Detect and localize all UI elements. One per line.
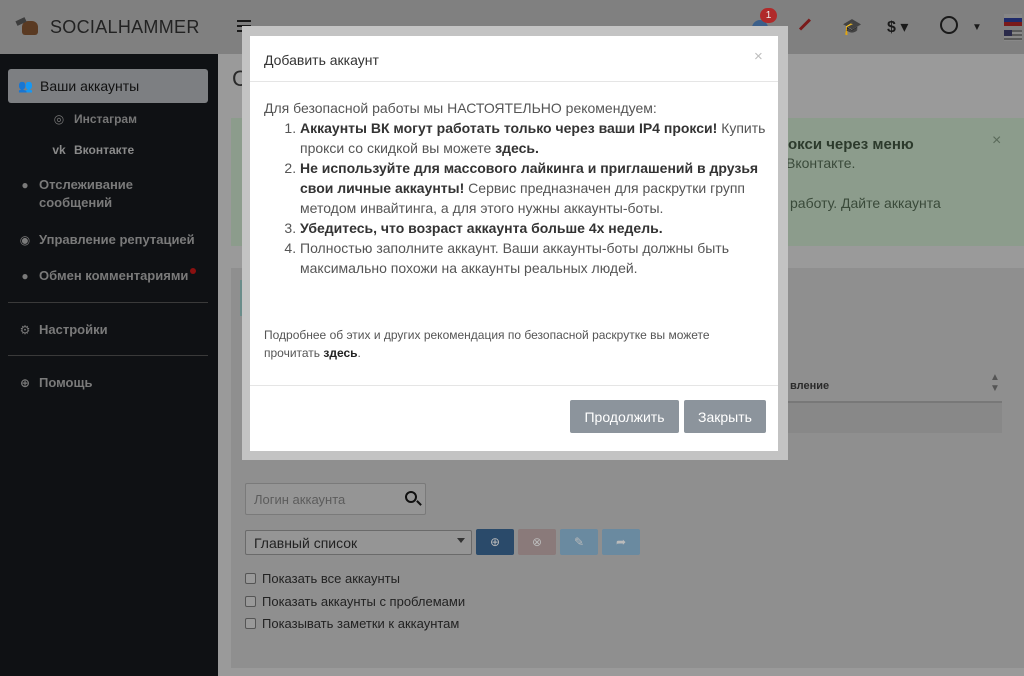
add-account-modal: Добавить аккаунт × Для безопасной работы… xyxy=(250,36,778,451)
search-field xyxy=(245,483,426,515)
checkbox[interactable] xyxy=(245,596,256,607)
checkbox-show-problems[interactable]: Показать аккаунты с проблемами xyxy=(245,594,465,609)
delete-list-button[interactable]: ⊗ xyxy=(518,529,556,555)
dollar-icon: $ xyxy=(887,19,896,36)
modal-footer-divider xyxy=(250,385,778,386)
modal-note: Подробнее об этих и других рекомендация … xyxy=(264,326,764,362)
sidebar-item-label: Обмен комментариями xyxy=(39,268,189,283)
sidebar: 👥 Ваши аккаунты ◎ Инстаграм vk Вконтакте… xyxy=(0,54,218,676)
vk-icon: vk xyxy=(52,143,66,157)
recommendations-link[interactable]: здесь xyxy=(323,346,357,360)
checkbox[interactable] xyxy=(245,573,256,584)
sidebar-item-label: Управление репутацией xyxy=(39,232,195,247)
search-input[interactable] xyxy=(254,490,394,508)
gear-icon: ⚙ xyxy=(19,323,31,337)
close-button[interactable]: Закрыть xyxy=(684,400,766,433)
list-select[interactable]: Главный список xyxy=(245,530,472,555)
list-item: Убедитесь, что возраст аккаунта больше 4… xyxy=(300,218,770,238)
proxy-link[interactable]: здесь. xyxy=(495,140,539,156)
usa-flag-icon[interactable] xyxy=(1004,30,1022,41)
sidebar-item-help[interactable]: ⊕ Помощь xyxy=(18,374,93,392)
sidebar-divider xyxy=(8,355,208,356)
hammer-logo-icon xyxy=(15,17,42,37)
plus-circle-icon: ⊕ xyxy=(489,535,501,549)
comments-icon: ● xyxy=(21,269,29,283)
eye-icon: ◉ xyxy=(19,233,31,247)
sidebar-item-label: Настройки xyxy=(39,322,108,337)
checkbox-label: Показывать заметки к аккаунтам xyxy=(262,616,460,631)
checkbox-show-notes[interactable]: Показывать заметки к аккаунтам xyxy=(245,616,459,631)
checkbox-show-all[interactable]: Показать все аккаунты xyxy=(245,571,400,586)
chat-icon: ● xyxy=(21,178,29,192)
note-end: . xyxy=(357,346,361,360)
user-avatar-icon[interactable] xyxy=(940,16,958,34)
item-bold: Аккаунты ВК могут работать только через … xyxy=(300,120,718,136)
add-list-button[interactable]: ⊕ xyxy=(476,529,514,555)
sidebar-item-instagram[interactable]: ◎ Инстаграм xyxy=(52,112,137,126)
unread-dot xyxy=(190,268,196,274)
item-bold: Убедитесь, что возраст аккаунта больше 4… xyxy=(300,220,663,236)
table-header: вление xyxy=(790,380,830,392)
lifebuoy-icon: ⊕ xyxy=(19,376,31,390)
alert-text: Вконтакте. xyxy=(786,155,856,171)
list-item: Не используйте для массового лайкинга и … xyxy=(300,158,770,218)
sidebar-item-label: Отслеживание сообщений xyxy=(39,177,134,210)
sidebar-item-comments[interactable]: ● Обмен комментариями xyxy=(18,267,188,285)
sidebar-item-label: Ваши аккаунты xyxy=(40,78,140,94)
checkbox[interactable] xyxy=(245,618,256,629)
currency-dropdown[interactable]: $ ▾ xyxy=(887,17,908,37)
modal-body: Для безопасной работы мы НАСТОЯТЕЛЬНО ре… xyxy=(264,98,770,278)
brand-name: SOCIALHAMMER xyxy=(50,16,200,37)
edit-icon: ✎ xyxy=(573,535,585,549)
sidebar-item-label: Инстаграм xyxy=(74,112,137,126)
edit-list-button[interactable]: ✎ xyxy=(560,529,598,555)
magic-wand-icon[interactable] xyxy=(798,18,811,31)
users-icon: 👥 xyxy=(18,79,33,93)
list-item: Полностью заполните аккаунт. Ваши аккаун… xyxy=(300,238,770,278)
sidebar-item-label: Помощь xyxy=(39,375,93,390)
modal-header: Добавить аккаунт × xyxy=(250,36,778,82)
sidebar-item-accounts[interactable]: 👥 Ваши аккаунты xyxy=(8,69,208,103)
chevron-down-icon[interactable]: ▼ xyxy=(972,22,982,33)
alert-close-icon[interactable]: × xyxy=(992,132,1001,150)
close-icon[interactable]: × xyxy=(754,48,763,65)
table-row xyxy=(788,403,1002,433)
notification-badge: 1 xyxy=(760,8,777,23)
brand[interactable]: SOCIALHAMMER xyxy=(15,14,200,40)
instagram-icon: ◎ xyxy=(53,112,65,126)
alert-text: окси через меню xyxy=(788,136,914,153)
modal-title: Добавить аккаунт xyxy=(264,52,379,68)
list-item: Аккаунты ВК могут работать только через … xyxy=(300,118,770,158)
share-icon: ➦ xyxy=(615,535,627,549)
sort-icon[interactable]: ▲ ▼ xyxy=(990,372,1000,394)
share-list-button[interactable]: ➦ xyxy=(602,529,640,555)
continue-button[interactable]: Продолжить xyxy=(570,400,679,433)
sidebar-divider xyxy=(8,302,208,303)
sidebar-item-tracking[interactable]: ● Отслеживание сообщений xyxy=(18,176,198,212)
remove-circle-icon: ⊗ xyxy=(531,535,543,549)
recommendations-list: Аккаунты ВК могут работать только через … xyxy=(300,118,770,278)
russia-flag-icon[interactable] xyxy=(1004,14,1022,26)
sidebar-item-vkontakte[interactable]: vk Вконтакте xyxy=(52,143,134,157)
sidebar-item-settings[interactable]: ⚙ Настройки xyxy=(18,321,108,339)
sidebar-item-reputation[interactable]: ◉ Управление репутацией xyxy=(18,231,195,249)
modal-intro: Для безопасной работы мы НАСТОЯТЕЛЬНО ре… xyxy=(264,100,657,116)
sidebar-item-label: Вконтакте xyxy=(74,143,135,157)
alert-text: работу. Дайте аккаунта xyxy=(790,195,941,211)
item-text: Полностью заполните аккаунт. Ваши аккаун… xyxy=(300,240,730,276)
checkbox-label: Показать аккаунты с проблемами xyxy=(262,594,466,609)
checkbox-label: Показать все аккаунты xyxy=(262,571,400,586)
chevron-down-icon xyxy=(457,538,465,543)
search-icon[interactable] xyxy=(405,491,417,503)
graduation-cap-icon[interactable]: 🎓 xyxy=(842,17,862,37)
